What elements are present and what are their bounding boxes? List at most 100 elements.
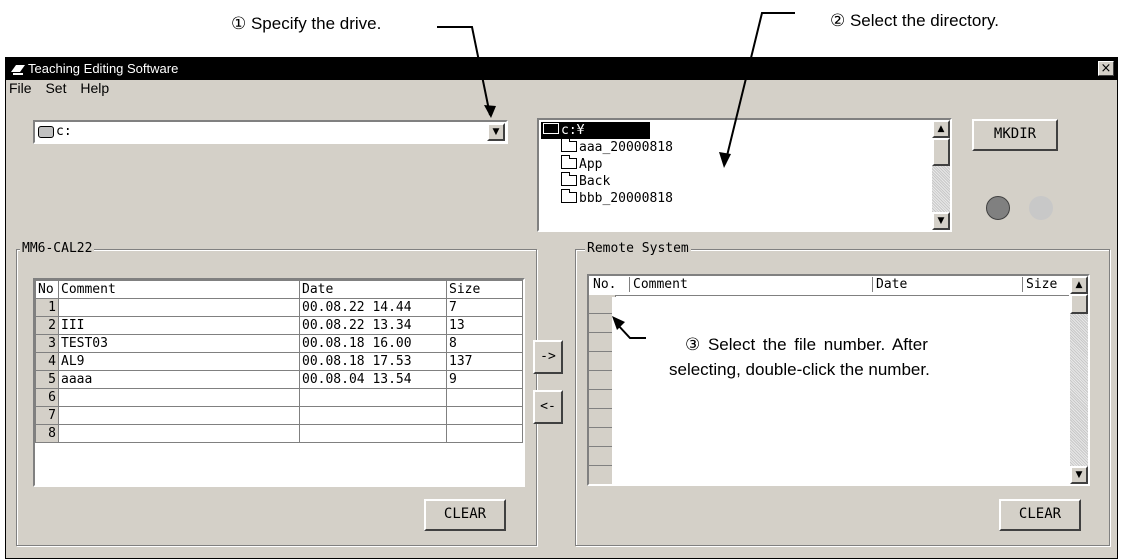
close-button[interactable]: × bbox=[1098, 61, 1114, 76]
row-comment bbox=[58, 298, 300, 317]
table-row[interactable]: 6 bbox=[35, 388, 523, 407]
table-row[interactable]: 3 TEST03 00.08.18 16.00 8 bbox=[35, 334, 523, 353]
row-size: 8 bbox=[446, 334, 523, 353]
callout-specify-drive: ① Specify the drive. bbox=[231, 14, 382, 33]
row-number[interactable]: 5 bbox=[35, 370, 59, 389]
menu-help[interactable]: Help bbox=[80, 80, 109, 96]
row-number[interactable]: 4 bbox=[35, 352, 59, 371]
remote-col-no[interactable]: No. bbox=[593, 277, 616, 292]
remote-table-header: No. Comment Date Size bbox=[589, 276, 1069, 296]
drive-value: c: bbox=[56, 124, 72, 139]
title-bar: Teaching Editing Software × bbox=[6, 58, 1117, 80]
menu-bar: File Set Help bbox=[6, 80, 116, 100]
table-row[interactable]: 8 bbox=[35, 424, 523, 443]
local-table-header: No Comment Date Size bbox=[35, 280, 523, 299]
directory-scroll-thumb[interactable] bbox=[932, 138, 950, 166]
row-number[interactable]: 1 bbox=[35, 298, 59, 317]
local-clear-label: CLEAR bbox=[443, 506, 487, 522]
folder-icon bbox=[561, 172, 577, 186]
directory-item[interactable]: bbb_20000818 bbox=[561, 189, 673, 207]
row-size bbox=[446, 388, 523, 407]
row-date bbox=[299, 406, 447, 425]
row-size: 137 bbox=[446, 352, 523, 371]
callout-select-directory: ② Select the directory. bbox=[830, 11, 999, 30]
mkdir-button[interactable]: MKDIR bbox=[972, 119, 1058, 151]
remote-group-label: Remote System bbox=[585, 241, 691, 256]
row-comment: III bbox=[58, 316, 300, 335]
table-row[interactable]: 1 00.08.22 14.44 7 bbox=[35, 298, 523, 317]
to-remote-label: -> bbox=[540, 349, 556, 364]
mkdir-label: MKDIR bbox=[993, 126, 1037, 142]
callout-select-file-line1: ③ Select the file number. After bbox=[685, 335, 928, 354]
directory-item[interactable]: Back bbox=[561, 172, 610, 190]
row-size bbox=[446, 406, 523, 425]
remote-scroll-down[interactable]: ▼ bbox=[1070, 466, 1088, 484]
to-local-label: <- bbox=[540, 399, 556, 414]
local-group-label: MM6-CAL22 bbox=[20, 241, 95, 256]
remote-scroll-thumb[interactable] bbox=[1070, 294, 1088, 314]
callout-select-file-line2: selecting, double-click the number. bbox=[669, 360, 930, 379]
table-row[interactable]: 2 III 00.08.22 13.34 13 bbox=[35, 316, 523, 335]
row-date: 00.08.18 16.00 bbox=[299, 334, 447, 353]
local-clear-button[interactable]: CLEAR bbox=[424, 499, 506, 531]
col-size[interactable]: Size bbox=[446, 280, 523, 299]
status-light-2 bbox=[1029, 196, 1053, 220]
remote-clear-label: CLEAR bbox=[1018, 506, 1062, 522]
directory-item[interactable]: aaa_20000818 bbox=[561, 138, 673, 156]
row-comment: AL9 bbox=[58, 352, 300, 371]
row-size: 7 bbox=[446, 298, 523, 317]
local-file-table: No Comment Date Size 1 00.08.22 14.44 7 2 II… bbox=[33, 278, 525, 487]
col-no[interactable]: No bbox=[35, 280, 59, 299]
directory-list[interactable]: c:¥ aaa_20000818 App Back bbb_20000818 ▲… bbox=[537, 118, 952, 232]
remote-clear-button[interactable]: CLEAR bbox=[999, 499, 1081, 531]
row-size bbox=[446, 424, 523, 443]
row-size: 13 bbox=[446, 316, 523, 335]
col-date[interactable]: Date bbox=[299, 280, 447, 299]
row-size: 9 bbox=[446, 370, 523, 389]
row-comment: aaaa bbox=[58, 370, 300, 389]
col-comment[interactable]: Comment bbox=[58, 280, 300, 299]
transfer-to-remote-button[interactable]: -> bbox=[533, 340, 563, 374]
table-row[interactable]: 7 bbox=[35, 406, 523, 425]
remote-col-size[interactable]: Size bbox=[1022, 277, 1057, 292]
folder-icon bbox=[561, 155, 577, 169]
row-date: 00.08.18 17.53 bbox=[299, 352, 447, 371]
folder-icon bbox=[561, 138, 577, 152]
row-comment bbox=[58, 388, 300, 407]
directory-scroll-up[interactable]: ▲ bbox=[932, 120, 950, 138]
remote-scroll-up[interactable]: ▲ bbox=[1070, 276, 1088, 294]
directory-scroll-down[interactable]: ▼ bbox=[932, 212, 950, 230]
drive-dropdown-arrow[interactable]: ▼ bbox=[487, 123, 505, 141]
directory-root-label: c:¥ bbox=[561, 123, 585, 138]
status-light-1 bbox=[986, 196, 1010, 220]
menu-file[interactable]: File bbox=[9, 80, 32, 96]
menu-set[interactable]: Set bbox=[45, 80, 66, 96]
row-date: 00.08.04 13.54 bbox=[299, 370, 447, 389]
row-date bbox=[299, 424, 447, 443]
row-comment bbox=[58, 406, 300, 425]
row-number[interactable]: 2 bbox=[35, 316, 59, 335]
instruction-box: ③ Select the file number. After selectin… bbox=[612, 297, 1070, 484]
directory-root[interactable]: c:¥ bbox=[541, 122, 650, 139]
row-number[interactable]: 7 bbox=[35, 406, 59, 425]
row-date bbox=[299, 388, 447, 407]
drive-icon bbox=[38, 126, 54, 138]
drive-folder-icon bbox=[543, 123, 559, 134]
directory-item[interactable]: App bbox=[561, 155, 603, 173]
remote-col-comment[interactable]: Comment bbox=[629, 277, 688, 292]
local-table: No Comment Date Size 1 00.08.22 14.44 7 2 II… bbox=[35, 280, 523, 443]
table-row[interactable]: 5 aaaa 00.08.04 13.54 9 bbox=[35, 370, 523, 389]
directory-item-label: aaa_20000818 bbox=[579, 140, 673, 155]
row-number[interactable]: 6 bbox=[35, 388, 59, 407]
app-icon bbox=[11, 65, 25, 75]
table-row[interactable]: 4 AL9 00.08.18 17.53 137 bbox=[35, 352, 523, 371]
drive-select[interactable]: c: ▼ bbox=[33, 120, 508, 144]
directory-item-label: App bbox=[579, 157, 603, 172]
directory-item-label: bbb_20000818 bbox=[579, 191, 673, 206]
row-number[interactable]: 8 bbox=[35, 424, 59, 443]
row-number[interactable]: 3 bbox=[35, 334, 59, 353]
folder-icon bbox=[561, 189, 577, 203]
transfer-to-local-button[interactable]: <- bbox=[533, 390, 563, 424]
remote-col-date[interactable]: Date bbox=[872, 277, 907, 292]
row-date: 00.08.22 13.34 bbox=[299, 316, 447, 335]
